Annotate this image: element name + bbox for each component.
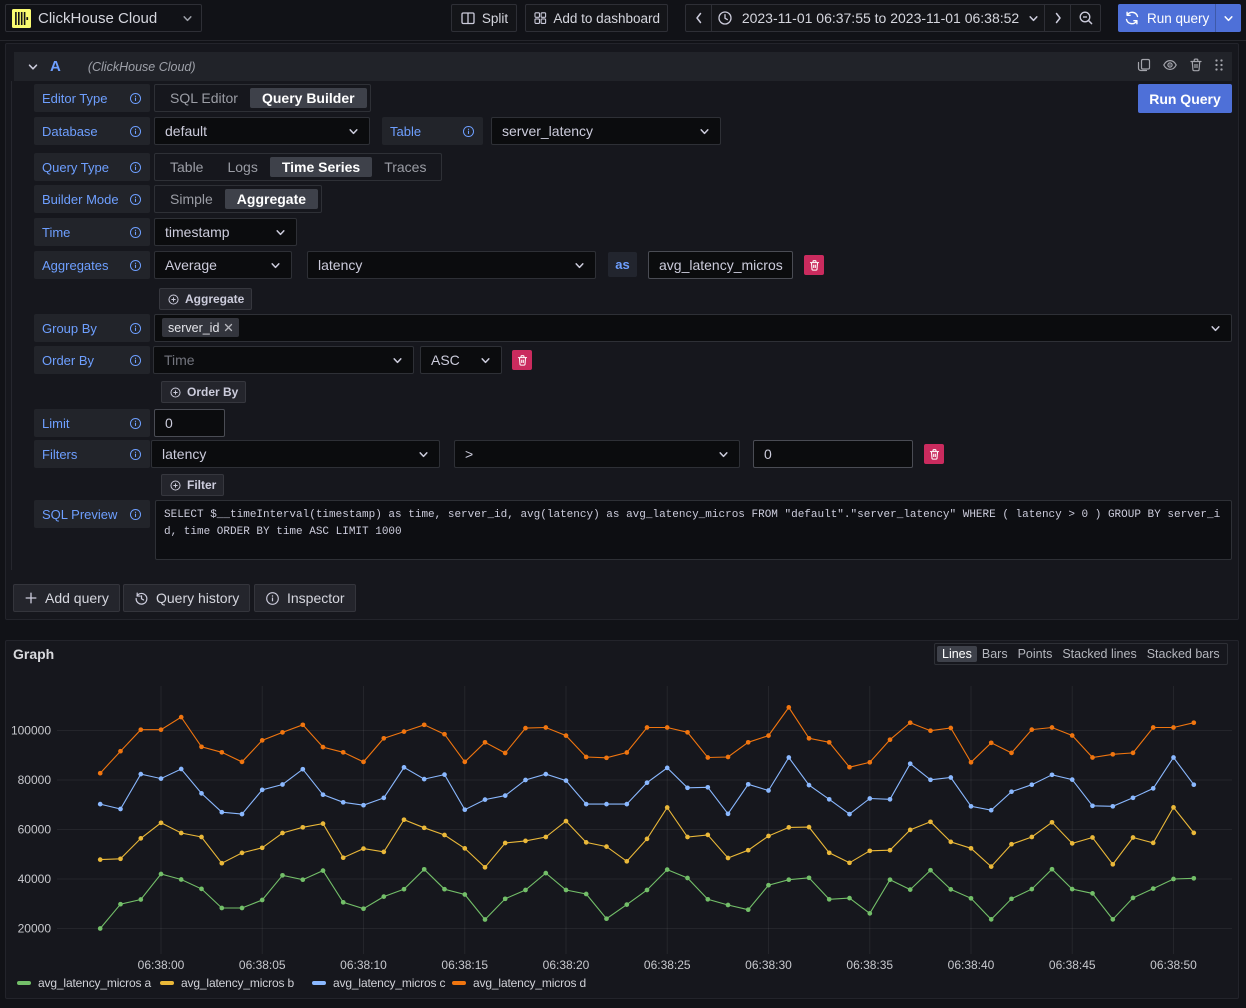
svg-text:40000: 40000	[18, 872, 52, 886]
svg-text:06:38:05: 06:38:05	[239, 958, 286, 972]
svg-text:06:38:15: 06:38:15	[441, 958, 488, 972]
svg-text:06:38:50: 06:38:50	[1150, 958, 1197, 972]
svg-text:20000: 20000	[18, 922, 52, 936]
svg-text:06:38:20: 06:38:20	[543, 958, 590, 972]
svg-text:100000: 100000	[11, 724, 51, 738]
svg-text:06:38:10: 06:38:10	[340, 958, 387, 972]
svg-text:06:38:45: 06:38:45	[1049, 958, 1096, 972]
svg-text:80000: 80000	[18, 773, 52, 787]
svg-text:06:38:40: 06:38:40	[948, 958, 995, 972]
svg-text:06:38:25: 06:38:25	[644, 958, 691, 972]
svg-text:60000: 60000	[18, 823, 52, 837]
svg-text:06:38:30: 06:38:30	[745, 958, 792, 972]
svg-text:06:38:00: 06:38:00	[138, 958, 185, 972]
svg-text:06:38:35: 06:38:35	[846, 958, 893, 972]
